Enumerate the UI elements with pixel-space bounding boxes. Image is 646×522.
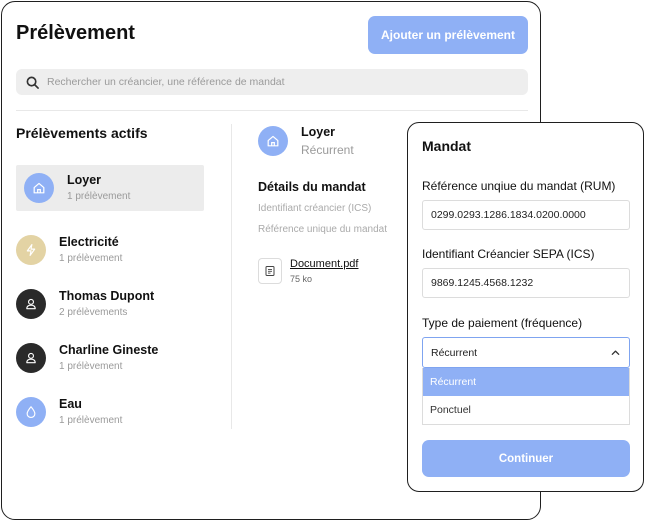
avatar: [16, 397, 46, 427]
list-item-count: 1 prélèvement: [59, 360, 123, 372]
continue-button[interactable]: Continuer: [422, 440, 630, 477]
active-debits-title: Prélèvements actifs: [16, 125, 148, 141]
user-icon: [26, 298, 36, 310]
list-item-count: 1 prélèvement: [59, 414, 123, 426]
option-recurrent[interactable]: Récurrent: [423, 368, 629, 396]
search-input[interactable]: [47, 76, 487, 88]
list-item-charline-gineste[interactable]: Charline Gineste 1 prélèvement: [16, 335, 204, 381]
home-icon: [267, 135, 279, 147]
list-item-count: 1 prélèvement: [59, 252, 123, 264]
user-icon: [26, 352, 36, 364]
home-icon: [33, 182, 45, 194]
document-icon[interactable]: [258, 258, 282, 284]
list-item-electricite[interactable]: Electricité 1 prélèvement: [16, 227, 204, 273]
search-bar[interactable]: [16, 69, 528, 95]
list-item-count: 1 prélèvement: [67, 190, 131, 202]
lightning-icon: [26, 244, 36, 256]
list-item-name: Charline Gineste: [59, 342, 159, 357]
list-item-name: Electricité: [59, 234, 119, 249]
avatar: [24, 173, 54, 203]
list-item-name: Thomas Dupont: [59, 288, 155, 303]
ics-input[interactable]: [422, 268, 630, 298]
list-item-thomas-dupont[interactable]: Thomas Dupont 2 prélèvements: [16, 281, 204, 327]
water-drop-icon: [26, 406, 36, 418]
column-divider: [231, 124, 232, 429]
payment-type-options: Récurrent Ponctuel: [422, 368, 630, 425]
ics-label: Identifiant Créancier SEPA (ICS): [422, 247, 595, 261]
file-icon: [265, 266, 275, 276]
avatar: [16, 343, 46, 373]
payment-type-select[interactable]: Récurrent: [422, 337, 630, 368]
rum-input[interactable]: [422, 200, 630, 230]
mandate-reference-label: Référence unique du mandat: [258, 224, 387, 235]
list-item-eau[interactable]: Eau 1 prélèvement: [16, 389, 204, 435]
avatar: [16, 289, 46, 319]
creditor-id-label: Identifiant créancier (ICS): [258, 203, 372, 214]
modal-title: Mandat: [422, 138, 471, 154]
search-icon: [26, 76, 39, 89]
document-link[interactable]: Document.pdf: [290, 258, 358, 270]
list-item-loyer[interactable]: Loyer 1 prélèvement: [16, 165, 204, 211]
list-item-name: Loyer: [67, 172, 102, 187]
mandate-details-title: Détails du mandat: [258, 180, 366, 194]
detail-creditor-name: Loyer: [301, 125, 336, 139]
list-item-name: Eau: [59, 396, 82, 411]
option-ponctuel[interactable]: Ponctuel: [423, 396, 629, 424]
document-size: 75 ko: [290, 274, 313, 284]
chevron-up-icon: [611, 350, 620, 355]
mandate-modal: Mandat Référence unqiue du mandat (RUM) …: [407, 122, 644, 492]
list-item-count: 2 prélèvements: [59, 306, 128, 318]
header-divider: [16, 110, 528, 111]
page-title: Prélèvement: [16, 22, 135, 44]
payment-type-label: Type de paiement (fréquence): [422, 316, 583, 330]
detail-avatar: [258, 126, 288, 156]
avatar: [16, 235, 46, 265]
detail-debit-type: Récurrent: [301, 143, 354, 157]
add-direct-debit-button[interactable]: Ajouter un prélèvement: [368, 16, 528, 54]
payment-type-value: Récurrent: [431, 346, 478, 359]
rum-label: Référence unqiue du mandat (RUM): [422, 179, 616, 193]
